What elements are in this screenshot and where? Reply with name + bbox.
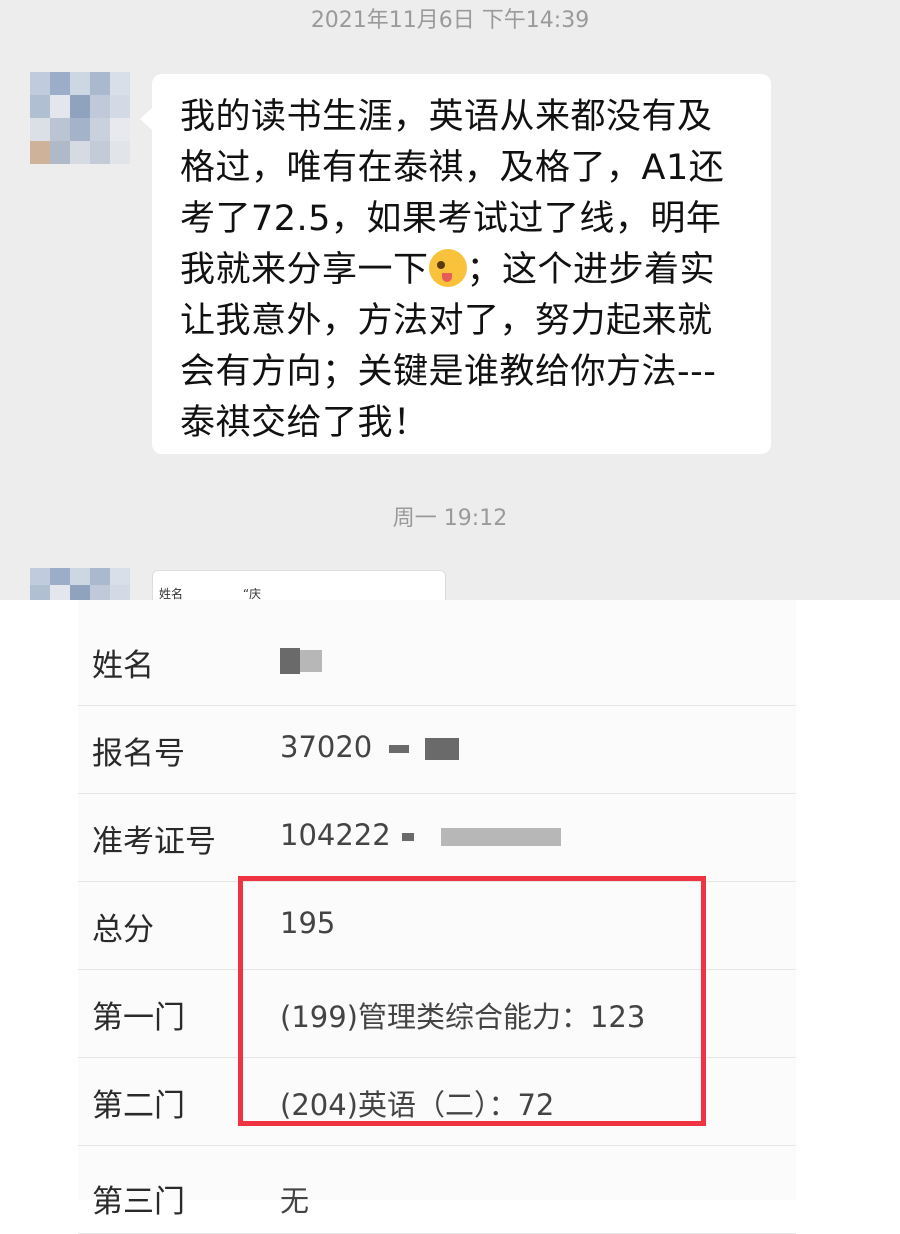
row-label: 报名号	[92, 736, 185, 772]
table-row: 第三门 无	[78, 1146, 796, 1234]
table-row: 准考证号 104222	[78, 794, 796, 882]
row-label: 准考证号	[92, 824, 216, 860]
chat-timestamp: 2021年11月6日 下午14:39	[310, 8, 590, 33]
message-bubble[interactable]: 我的读书生涯，英语从来都没有及格过，唯有在泰祺，及格了，A1还考了72.5，如果…	[140, 74, 771, 454]
redacted-text	[401, 833, 414, 841]
redacted-text	[441, 828, 562, 846]
row-label: 第三门	[92, 1184, 185, 1220]
row-value-text: 104222	[280, 818, 391, 852]
row-value: 37020	[280, 730, 459, 764]
row-value-text: 37020	[280, 730, 373, 764]
row-value: 104222	[280, 818, 562, 852]
subject-3-score: 无	[280, 1184, 310, 1218]
chat-timestamp: 周一 19:12	[392, 506, 508, 531]
image-message-preview[interactable]: 姓名 “庆	[152, 570, 446, 600]
redacted-text	[389, 745, 410, 753]
row-label: 姓名	[92, 648, 154, 684]
preview-label: 姓名	[159, 587, 184, 600]
redacted-text	[300, 650, 322, 672]
row-label: 第一门	[92, 1000, 185, 1036]
chat-area: 2021年11月6日 下午14:39 我的读书生涯，英语从来都没有及格过，唯有在…	[0, 0, 900, 600]
red-highlight-box	[238, 876, 706, 1126]
table-row: 报名号 37020	[78, 706, 796, 794]
message-text: 我的读书生涯，英语从来都没有及格过，唯有在泰祺，及格了，A1还考了72.5，如果…	[180, 92, 745, 449]
redacted-text	[280, 648, 300, 674]
redacted-text	[424, 738, 459, 760]
table-row: 姓名	[78, 618, 796, 706]
row-value	[280, 642, 322, 676]
avatar[interactable]	[30, 568, 130, 600]
row-label: 第二门	[92, 1088, 185, 1124]
row-label: 总分	[92, 912, 154, 948]
winking-tongue-emoji-icon	[428, 249, 467, 287]
preview-value: “庆	[242, 587, 262, 600]
avatar[interactable]	[30, 72, 130, 164]
